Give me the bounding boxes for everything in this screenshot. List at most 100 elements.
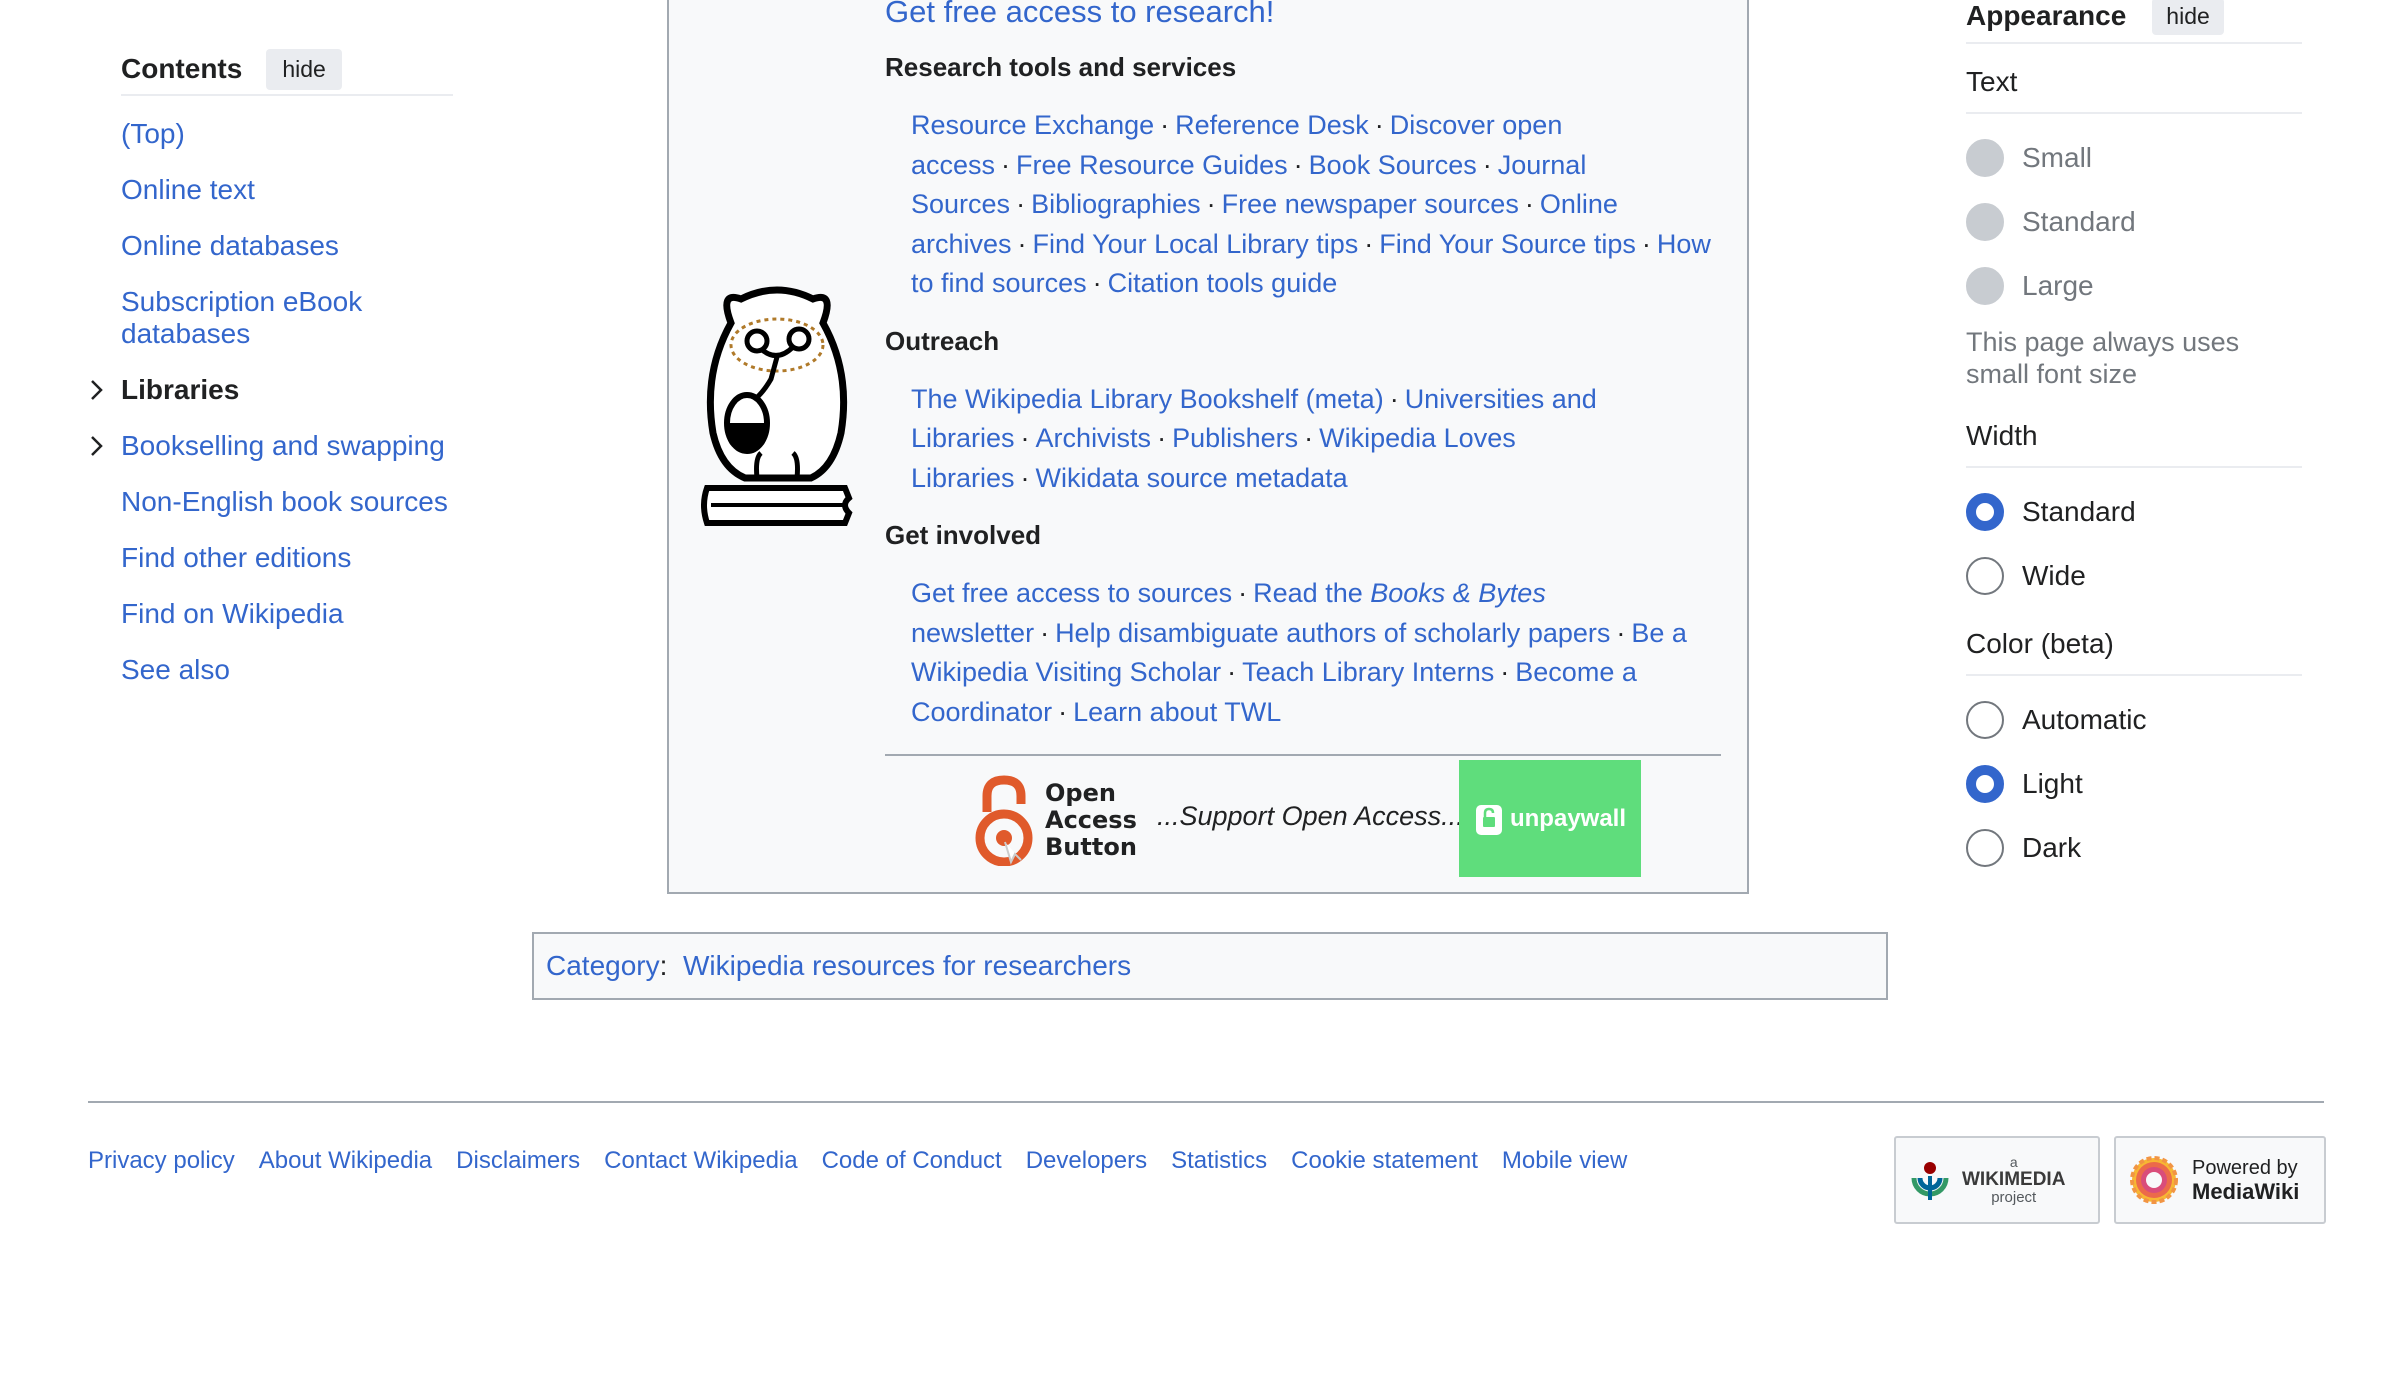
toc-item-subscription-ebook[interactable]: Subscription eBook databases — [121, 286, 391, 350]
width-option-standard[interactable]: Standard — [1966, 480, 2302, 544]
toc-item-label[interactable]: Subscription eBook databases — [121, 286, 362, 349]
toc-item-online-databases[interactable]: Online databases — [121, 230, 453, 262]
section-title-outreach: Outreach — [885, 325, 1000, 356]
option-label[interactable]: Standard — [2022, 496, 2136, 528]
link-find-local-library-tips[interactable]: Find Your Local Library tips — [1033, 229, 1359, 259]
color-option-light[interactable]: Light — [1966, 752, 2302, 816]
link-free-resource-guides[interactable]: Free Resource Guides — [1016, 150, 1288, 180]
footer-link-cookie[interactable]: Cookie statement — [1291, 1147, 1478, 1175]
separator-dot: · — [1020, 462, 1030, 493]
separator-dot: · — [1616, 617, 1626, 648]
option-label[interactable]: Wide — [2022, 560, 2086, 592]
toc-item-label[interactable]: Libraries — [121, 374, 239, 405]
link-free-newspaper-sources[interactable]: Free newspaper sources — [1222, 189, 1519, 219]
color-option-automatic[interactable]: Automatic — [1966, 688, 2302, 752]
link-free-access-sources[interactable]: Get free access to sources — [911, 578, 1232, 608]
chevron-right-icon[interactable] — [87, 378, 107, 402]
separator-dot: · — [1017, 228, 1027, 259]
open-access-button-logo[interactable]: Open Access Button — [975, 774, 1137, 866]
width-options: Standard Wide — [1966, 480, 2302, 608]
link-learn-about-twl[interactable]: Learn about TWL — [1073, 697, 1281, 727]
option-label[interactable]: Automatic — [2022, 704, 2147, 736]
category-value-link[interactable]: Wikipedia resources for researchers — [683, 950, 1131, 981]
radio-small — [1966, 139, 2004, 177]
color-option-dark[interactable]: Dark — [1966, 816, 2302, 880]
oab-line-1: Open — [1045, 778, 1116, 807]
toc-item-bookselling[interactable]: Bookselling and swapping — [91, 430, 453, 462]
link-teach-library-interns[interactable]: Teach Library Interns — [1242, 657, 1494, 687]
toc-item-non-english[interactable]: Non-English book sources — [121, 486, 453, 518]
chevron-right-icon[interactable] — [87, 434, 107, 458]
link-citation-tools-guide[interactable]: Citation tools guide — [1108, 268, 1338, 298]
radio-color-automatic[interactable] — [1966, 701, 2004, 739]
appearance-hide-button[interactable]: hide — [2152, 0, 2224, 35]
toc-item-libraries[interactable]: Libraries — [91, 374, 453, 406]
text-size-options: Small Standard Large — [1966, 126, 2302, 318]
free-access-headline[interactable]: Get free access to research! — [885, 0, 1721, 30]
option-label[interactable]: Light — [2022, 768, 2083, 800]
powered-by-mediawiki-badge[interactable]: Powered by MediaWiki — [2114, 1136, 2326, 1224]
link-library-bookshelf[interactable]: The Wikipedia Library Bookshelf (meta) — [911, 384, 1384, 414]
text-group-title: Text — [1966, 66, 2302, 114]
width-option-wide[interactable]: Wide — [1966, 544, 2302, 608]
link-book-sources[interactable]: Book Sources — [1309, 150, 1477, 180]
separator-dot: · — [1227, 657, 1237, 687]
toc-item-label[interactable]: See also — [121, 654, 230, 685]
link-wikidata-source-metadata[interactable]: Wikidata source metadata — [1036, 463, 1348, 493]
footer-link-code-of-conduct[interactable]: Code of Conduct — [822, 1147, 1002, 1175]
toc-item-find-editions[interactable]: Find other editions — [121, 542, 453, 574]
radio-color-light[interactable] — [1966, 765, 2004, 803]
link-reference-desk[interactable]: Reference Desk — [1175, 110, 1369, 140]
option-label[interactable]: Dark — [2022, 832, 2081, 864]
option-label: Large — [2022, 270, 2094, 301]
toc-item-label[interactable]: (Top) — [121, 118, 185, 149]
toc-item-label[interactable]: Online text — [121, 174, 255, 205]
separator-dot: · — [1160, 110, 1170, 140]
toc-item-see-also[interactable]: See also — [121, 654, 453, 686]
footer-link-mobile-view[interactable]: Mobile view — [1502, 1147, 1627, 1175]
color-group-title: Color (beta) — [1966, 628, 2302, 676]
radio-width-standard[interactable] — [1966, 493, 2004, 531]
toc-item-label[interactable]: Find other editions — [121, 542, 351, 573]
footer-link-developers[interactable]: Developers — [1026, 1147, 1147, 1175]
open-access-button-text: Open Access Button — [1045, 778, 1137, 861]
support-open-access-text: ...Support Open Access... — [1157, 801, 1464, 831]
footer-link-about[interactable]: About Wikipedia — [259, 1147, 432, 1175]
footer-link-contact[interactable]: Contact Wikipedia — [604, 1147, 797, 1175]
toc-item-label[interactable]: Online databases — [121, 230, 339, 261]
mediawiki-flower-icon — [2130, 1156, 2178, 1204]
link-bibliographies[interactable]: Bibliographies — [1031, 189, 1201, 219]
link-publishers[interactable]: Publishers — [1172, 423, 1298, 453]
toc-item-top[interactable]: (Top) — [121, 118, 453, 150]
separator-dot: · — [1206, 189, 1216, 219]
category-separator: : — [659, 950, 668, 981]
separator-dot: · — [1157, 423, 1167, 453]
toc-item-label[interactable]: Bookselling and swapping — [121, 430, 445, 461]
library-owl-icon — [701, 286, 853, 526]
oab-line-2: Access — [1045, 805, 1137, 834]
separator-dot: · — [1500, 657, 1510, 687]
radio-color-dark[interactable] — [1966, 829, 2004, 867]
toc-hide-button[interactable]: hide — [266, 48, 342, 90]
footer-link-disclaimers[interactable]: Disclaimers — [456, 1147, 580, 1175]
footer-link-privacy[interactable]: Privacy policy — [88, 1147, 235, 1175]
category-link[interactable]: Category — [546, 950, 660, 981]
toc-item-label[interactable]: Non-English book sources — [121, 486, 448, 517]
section-title-research-tools: Research tools and services — [885, 52, 1237, 82]
link-find-source-tips[interactable]: Find Your Source tips — [1379, 229, 1636, 259]
radio-width-wide[interactable] — [1966, 557, 2004, 595]
link-archivists[interactable]: Archivists — [1036, 423, 1152, 453]
toc-item-online-text[interactable]: Online text — [121, 174, 453, 206]
separator-dot: · — [1293, 149, 1303, 180]
link-disambiguate-authors[interactable]: Help disambiguate authors of scholarly p… — [1055, 618, 1610, 648]
wikimedia-project-badge[interactable]: a WIKIMEDIA project — [1894, 1136, 2100, 1224]
divider — [885, 754, 1721, 756]
toc-item-label[interactable]: Find on Wikipedia — [121, 598, 344, 629]
option-label: Small — [2022, 142, 2093, 173]
link-resource-exchange[interactable]: Resource Exchange — [911, 110, 1154, 140]
resources-content: Get free access to research! Research to… — [885, 0, 1721, 732]
footer-link-statistics[interactable]: Statistics — [1171, 1147, 1267, 1175]
unpaywall-logo[interactable]: unpaywall — [1459, 760, 1641, 877]
category-bar: Category: Wikipedia resources for resear… — [532, 932, 1888, 1000]
toc-item-find-wikipedia[interactable]: Find on Wikipedia — [121, 598, 453, 630]
